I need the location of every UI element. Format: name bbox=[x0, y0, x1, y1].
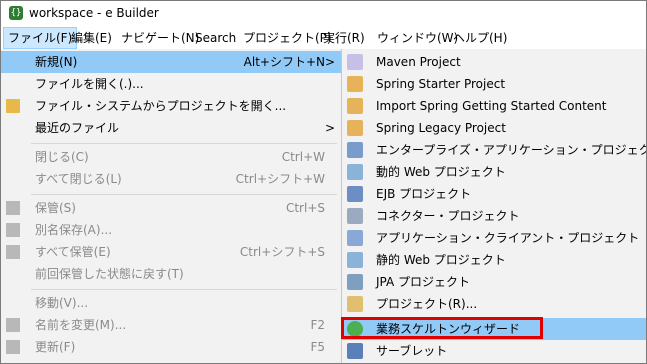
menu-run[interactable]: 実行(R) bbox=[319, 27, 369, 49]
chevron-right-icon: > bbox=[324, 121, 335, 135]
submenu-item-maven-project[interactable]: Maven Project bbox=[342, 51, 646, 73]
save-as-icon bbox=[6, 223, 20, 237]
menu-item-label: 更新(F) bbox=[35, 340, 76, 354]
folder-icon bbox=[6, 99, 20, 113]
menu-item-label: 閉じる(C) bbox=[35, 150, 89, 164]
servlet-icon bbox=[347, 343, 363, 359]
submenu-item-label: JPA プロジェクト bbox=[376, 275, 471, 289]
menu-item-save-as[interactable]: 別名保存(A)... bbox=[1, 219, 341, 241]
menu-item-shortcut: Ctrl+W bbox=[281, 150, 325, 164]
menu-item-shortcut: Ctrl+シフト+S bbox=[239, 245, 325, 259]
title-bar: {} workspace - e Builder bbox=[1, 1, 646, 26]
menu-separator bbox=[31, 143, 337, 144]
menu-item-open-from-filesystem[interactable]: ファイル・システムからプロジェクトを開く... bbox=[1, 95, 341, 117]
menu-item-shortcut: F2 bbox=[310, 318, 325, 332]
menu-item-open-file[interactable]: ファイルを開く(.)... bbox=[1, 73, 341, 95]
menu-item-label: すべて保管(E) bbox=[35, 245, 111, 259]
menu-item-label: 保管(S) bbox=[35, 201, 76, 215]
rename-icon bbox=[6, 318, 20, 332]
menu-item-label: ファイルを開く(.)... bbox=[35, 77, 144, 91]
project-icon bbox=[347, 296, 363, 312]
submenu-item-spring-starter[interactable]: Spring Starter Project bbox=[342, 73, 646, 95]
menu-item-shortcut: Ctrl+シフト+W bbox=[235, 172, 325, 186]
menu-help[interactable]: ヘルプ(H) bbox=[449, 27, 511, 49]
submenu-item-project[interactable]: プロジェクト(R)... bbox=[342, 293, 646, 315]
submenu-item-label: Spring Legacy Project bbox=[376, 121, 506, 135]
menu-separator bbox=[31, 289, 337, 290]
menu-item-label: ファイル・システムからプロジェクトを開く... bbox=[35, 99, 287, 113]
static-web-project-icon bbox=[347, 252, 363, 268]
submenu-item-label: 動的 Web プロジェクト bbox=[376, 165, 506, 179]
submenu-item-label: エンタープライズ・アプリケーション・プロジェクト bbox=[376, 143, 647, 157]
menu-item-rename[interactable]: 名前を変更(M)... F2 bbox=[1, 314, 341, 336]
submenu-item-label: EJB プロジェクト bbox=[376, 187, 472, 201]
menu-item-refresh[interactable]: 更新(F) F5 bbox=[1, 336, 341, 358]
submenu-item-label: 静的 Web プロジェクト bbox=[376, 253, 506, 267]
submenu-item-enterprise-app[interactable]: エンタープライズ・アプリケーション・プロジェクト bbox=[342, 139, 647, 161]
menu-item-label: 新規(N) bbox=[35, 55, 78, 69]
menu-item-close[interactable]: 閉じる(C) Ctrl+W bbox=[1, 146, 341, 168]
file-menu: 新規(N) Alt+シフト+N > ファイルを開く(.)... ファイル・システ… bbox=[1, 49, 342, 363]
menu-item-save-all[interactable]: すべて保管(E) Ctrl+シフト+S bbox=[1, 241, 341, 263]
submenu-item-label: プロジェクト(R)... bbox=[376, 297, 478, 311]
spring-legacy-project-icon bbox=[347, 120, 363, 136]
save-icon bbox=[6, 201, 20, 215]
menu-item-new[interactable]: 新規(N) Alt+シフト+N > bbox=[1, 51, 341, 73]
submenu-item-label: サーブレット bbox=[376, 344, 448, 358]
spring-import-icon bbox=[347, 98, 363, 114]
menu-search[interactable]: Search bbox=[191, 27, 240, 49]
menu-edit[interactable]: 編集(E) bbox=[67, 27, 116, 49]
menu-separator bbox=[31, 194, 337, 195]
submenu-item-spring-legacy[interactable]: Spring Legacy Project bbox=[342, 117, 646, 139]
menu-item-label: 別名保存(A)... bbox=[35, 223, 113, 237]
menu-item-shortcut: Alt+シフト+N bbox=[243, 55, 325, 69]
menu-bar: ファイル(F) 編集(E) ナビゲート(N) Search プロジェクト(P) … bbox=[1, 27, 646, 49]
submenu-item-jpa[interactable]: JPA プロジェクト bbox=[342, 271, 646, 293]
ejb-project-icon bbox=[347, 186, 363, 202]
enterprise-app-project-icon bbox=[347, 142, 363, 158]
submenu-item-static-web[interactable]: 静的 Web プロジェクト bbox=[342, 249, 646, 271]
submenu-item-dynamic-web[interactable]: 動的 Web プロジェクト bbox=[342, 161, 646, 183]
submenu-item-ejb[interactable]: EJB プロジェクト bbox=[342, 183, 646, 205]
submenu-item-label: Spring Starter Project bbox=[376, 77, 506, 91]
app-client-project-icon bbox=[347, 230, 363, 246]
app-window: {} workspace - e Builder ファイル(F) 編集(E) ナ… bbox=[0, 0, 647, 364]
spring-starter-project-icon bbox=[347, 76, 363, 92]
menu-item-recent-files[interactable]: 最近のファイル > bbox=[1, 117, 341, 139]
menu-item-shortcut: Ctrl+S bbox=[285, 201, 325, 215]
submenu-item-app-client[interactable]: アプリケーション・クライアント・プロジェクト bbox=[342, 227, 646, 249]
menu-item-shortcut: F5 bbox=[310, 340, 325, 354]
chevron-right-icon: > bbox=[324, 55, 335, 69]
menu-item-revert[interactable]: 前回保管した状態に戻す(T) bbox=[1, 263, 341, 285]
submenu-item-servlet[interactable]: サーブレット bbox=[342, 340, 646, 362]
menu-item-close-all[interactable]: すべて閉じる(L) Ctrl+シフト+W bbox=[1, 168, 341, 190]
submenu-item-connector[interactable]: コネクター・プロジェクト bbox=[342, 205, 646, 227]
submenu-item-label: Maven Project bbox=[376, 55, 461, 69]
jpa-project-icon bbox=[347, 274, 363, 290]
submenu-item-import-spring[interactable]: Import Spring Getting Started Content bbox=[342, 95, 646, 117]
submenu-item-label: Import Spring Getting Started Content bbox=[376, 99, 607, 113]
menu-item-label: 名前を変更(M)... bbox=[35, 318, 127, 332]
menu-item-label: 前回保管した状態に戻す(T) bbox=[35, 267, 184, 281]
menu-item-move[interactable]: 移動(V)... bbox=[1, 292, 341, 314]
dynamic-web-project-icon bbox=[347, 164, 363, 180]
highlight-annotation-box bbox=[341, 317, 543, 339]
menu-item-save[interactable]: 保管(S) Ctrl+S bbox=[1, 197, 341, 219]
connector-project-icon bbox=[347, 208, 363, 224]
menu-item-label: すべて閉じる(L) bbox=[35, 172, 122, 186]
window-title: workspace - e Builder bbox=[29, 6, 159, 20]
eclipse-app-icon: {} bbox=[9, 6, 23, 20]
menu-item-label: 最近のファイル bbox=[35, 121, 120, 135]
refresh-icon bbox=[6, 340, 20, 354]
save-all-icon bbox=[6, 245, 20, 259]
submenu-item-label: コネクター・プロジェクト bbox=[376, 209, 520, 223]
menu-item-label: 移動(V)... bbox=[35, 296, 89, 310]
submenu-item-label: アプリケーション・クライアント・プロジェクト bbox=[376, 231, 640, 245]
maven-project-icon bbox=[347, 54, 363, 70]
